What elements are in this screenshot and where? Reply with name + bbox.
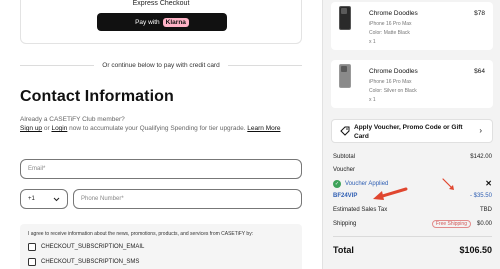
accumulate-text: now to accumulate your Qualifying Spendi… [67,125,248,132]
klarna-pay-label: Pay with [135,18,160,26]
free-shipping-badge: Free Shipping [431,220,471,228]
country-code-select[interactable]: +1 [20,189,68,209]
klarna-logo: Klarna [162,17,189,27]
club-line2: Sign up or Login now to accumulate your … [20,124,302,133]
total-row: Total $106.50 [333,245,492,255]
divider-line-left [20,65,95,66]
item-name: Chrome Doodles [369,10,418,17]
voucher-applied-text: Voucher Applied [345,180,389,187]
shipping-value-group: Free Shipping $0.00 [431,220,492,228]
subtotal-value: $142.00 [470,154,492,160]
item-model: iPhone 16 Pro Max [369,21,412,27]
sms-checkbox[interactable] [28,258,36,266]
item-quantity: x 1 [369,39,376,45]
apply-voucher-button[interactable]: Apply Voucher, Promo Code or Gift Card › [331,119,493,143]
total-divider [333,236,492,237]
club-member-text: Already a CASETiFY Club member? Sign up … [20,115,302,133]
klarna-pay-button[interactable]: Pay with Klarna [97,13,227,31]
voucher-applied-row: ✓ Voucher Applied ✕ [333,179,492,188]
sales-tax-value: TBD [480,207,492,213]
voucher-code: BF24VIP [333,193,358,199]
voucher-code-row: BF24VIP - $35.50 [333,193,492,199]
subtotal-label: Subtotal [333,154,356,160]
cart-item: Chrome Doodles $78 iPhone 16 Pro Max Col… [331,2,493,50]
subscription-intro: I agree to receive information about the… [28,231,254,237]
checkout-form-column: Express Checkout Pay with Klarna Or cont… [0,0,322,269]
tag-icon [340,126,350,136]
club-line1: Already a CASETiFY Club member? [20,116,125,123]
divider-text: Or continue below to pay with credit car… [102,62,220,69]
item-model: iPhone 16 Pro Max [369,79,412,85]
check-circle-icon: ✓ [333,179,341,188]
item-quantity: x 1 [369,97,376,103]
order-summary-column: Chrome Doodles $78 iPhone 16 Pro Max Col… [322,0,500,269]
voucher-discount: - $35.50 [469,193,492,199]
product-thumbnail [339,6,351,30]
login-link[interactable]: Login [51,125,67,132]
email-field[interactable]: Email* [20,159,302,179]
divider-line-right [227,65,303,66]
total-label: Total [333,245,354,255]
express-checkout-title: Express Checkout [132,0,190,7]
sales-tax-row: Estimated Sales Tax TBD [333,207,492,213]
product-thumbnail [339,64,351,88]
payment-divider: Or continue below to pay with credit car… [20,62,303,69]
email-checkbox[interactable] [28,243,36,251]
remove-voucher-icon[interactable]: ✕ [485,179,492,188]
apply-voucher-label: Apply Voucher, Promo Code or Gift Card [354,124,463,140]
shipping-row: Shipping Free Shipping $0.00 [333,220,492,228]
chevron-down-icon [53,197,60,201]
country-code-value: +1 [28,196,35,202]
contact-information-heading: Contact Information [20,88,174,105]
phone-number-field[interactable]: Phone Number* [73,189,302,209]
phone-placeholder: Phone Number* [81,196,124,202]
item-color: Color: Silver on Black [369,88,417,94]
voucher-applied-status: ✓ Voucher Applied [333,179,389,188]
email-option-label: CHECKOUT_SUBSCRIPTION_EMAIL [41,244,145,250]
voucher-row: Voucher [333,167,492,173]
subscription-sms-option[interactable]: CHECKOUT_SUBSCRIPTION_SMS [28,258,139,266]
sms-option-label: CHECKOUT_SUBSCRIPTION_SMS [41,259,140,265]
express-checkout-panel: Express Checkout Pay with Klarna [20,0,302,44]
sign-up-link[interactable]: Sign up [20,125,42,132]
shipping-label: Shipping [333,221,357,227]
item-price: $64 [474,68,485,75]
total-value: $106.50 [459,245,492,255]
voucher-label: Voucher [333,167,356,173]
subscription-consent-box: I agree to receive information about the… [20,224,302,269]
shipping-value: $0.00 [476,221,492,227]
chevron-right-icon: › [479,126,482,135]
subscription-email-option[interactable]: CHECKOUT_SUBSCRIPTION_EMAIL [28,243,144,251]
subtotal-row: Subtotal $142.00 [333,154,492,160]
item-name: Chrome Doodles [369,68,418,75]
sales-tax-label: Estimated Sales Tax [333,207,388,213]
cart-item: Chrome Doodles $64 iPhone 16 Pro Max Col… [331,60,493,108]
item-color: Color: Matte Black [369,30,410,36]
learn-more-link[interactable]: Learn More [247,125,280,132]
item-price: $78 [474,10,485,17]
email-placeholder: Email* [28,166,46,172]
